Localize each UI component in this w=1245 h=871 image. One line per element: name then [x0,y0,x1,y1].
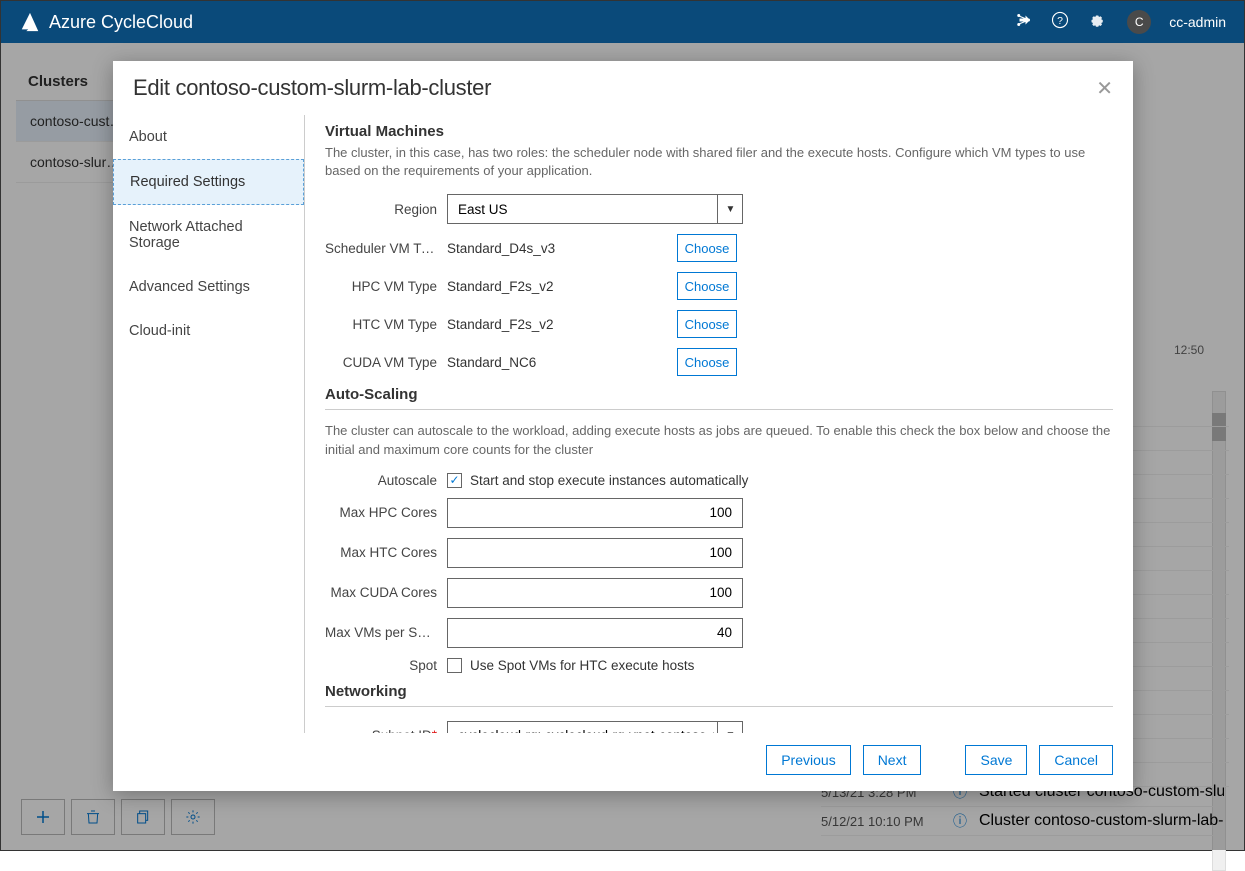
spot-checkbox-label: Use Spot VMs for HTC execute hosts [470,658,694,673]
region-select[interactable]: ▼ [447,194,743,224]
topbar-actions: ? C cc-admin [1015,10,1226,34]
top-bar: Azure CycleCloud ? C cc-admin [1,1,1244,43]
vm-type-label: HTC VM Type [325,317,447,332]
modal-sidebar: About Required Settings Network Attached… [113,115,305,733]
vm-type-value: Standard_F2s_v2 [447,317,677,332]
vm-type-value: Standard_F2s_v2 [447,279,677,294]
app-title: Azure CycleCloud [49,12,1015,33]
next-button[interactable]: Next [863,745,922,775]
section-vm-desc: The cluster, in this case, has two roles… [325,144,1113,180]
section-autoscale-title: Auto-Scaling [325,386,1113,403]
region-label: Region [325,202,447,217]
choose-button[interactable]: Choose [677,234,737,262]
sidebar-item-advanced-settings[interactable]: Advanced Settings [113,265,304,309]
core-label: Max VMs per Scales… [325,625,447,640]
core-input[interactable] [447,618,743,648]
subnet-input[interactable] [447,721,743,733]
user-avatar[interactable]: C [1127,10,1151,34]
vm-type-value: Standard_D4s_v3 [447,241,677,256]
core-label: Max HTC Cores [325,545,447,560]
azure-logo-icon [19,11,41,33]
core-input[interactable] [447,498,743,528]
autoscale-checkbox[interactable]: ✓ [447,473,462,488]
sidebar-item-cloud-init[interactable]: Cloud-init [113,309,304,353]
choose-button[interactable]: Choose [677,272,737,300]
vm-type-value: Standard_NC6 [447,355,677,370]
subnet-select[interactable]: ▼ [447,721,743,733]
section-vm-title: Virtual Machines [325,123,1113,140]
cancel-button[interactable]: Cancel [1039,745,1113,775]
section-networking-title: Networking [325,683,1113,700]
vm-type-label: HPC VM Type [325,279,447,294]
choose-button[interactable]: Choose [677,348,737,376]
core-input[interactable] [447,538,743,568]
vm-type-label: CUDA VM Type [325,355,447,370]
modal-main: Virtual Machines The cluster, in this ca… [305,115,1133,733]
spot-checkbox[interactable]: ✓ [447,658,462,673]
sidebar-item-about[interactable]: About [113,115,304,159]
user-name: cc-admin [1169,14,1226,30]
gear-icon[interactable] [1087,11,1105,34]
close-icon[interactable]: ✕ [1096,76,1113,101]
autoscale-checkbox-label: Start and stop execute instances automat… [470,473,748,488]
previous-button[interactable]: Previous [766,745,850,775]
modal-header: Edit contoso-custom-slurm-lab-cluster ✕ [113,61,1133,115]
spot-label: Spot [325,658,447,673]
region-input[interactable] [447,194,743,224]
autoscale-label: Autoscale [325,473,447,488]
choose-button[interactable]: Choose [677,310,737,338]
help-icon[interactable]: ? [1051,11,1069,34]
svg-text:?: ? [1057,14,1063,26]
core-input[interactable] [447,578,743,608]
core-label: Max HPC Cores [325,505,447,520]
share-icon[interactable] [1015,11,1033,34]
sidebar-item-required-settings[interactable]: Required Settings [113,159,304,205]
edit-cluster-dialog: Edit contoso-custom-slurm-lab-cluster ✕ … [113,61,1133,791]
modal-footer: Previous Next Save Cancel [113,733,1133,791]
vm-type-label: Scheduler VM Type [325,241,447,256]
modal-title: Edit contoso-custom-slurm-lab-cluster [133,75,1096,101]
section-autoscale-desc: The cluster can autoscale to the workloa… [325,422,1113,458]
core-label: Max CUDA Cores [325,585,447,600]
save-button[interactable]: Save [965,745,1027,775]
sidebar-item-network-storage[interactable]: Network Attached Storage [113,205,304,265]
